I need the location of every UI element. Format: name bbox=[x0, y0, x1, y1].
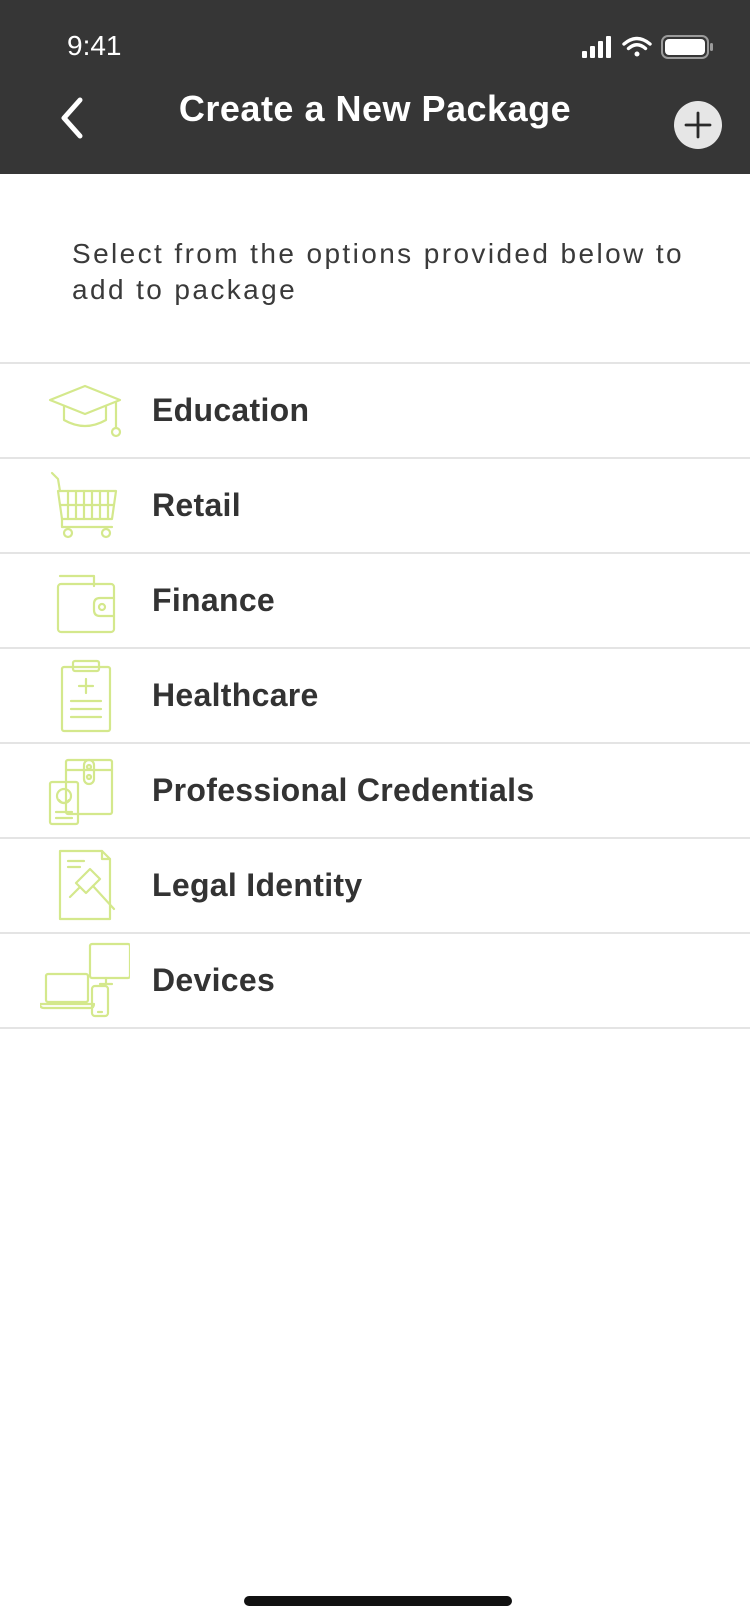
category-label: Finance bbox=[152, 582, 276, 618]
credential-folder-icon bbox=[40, 752, 130, 830]
wallet-icon bbox=[40, 562, 130, 640]
category-list: Education Retail Finance Healthcare Prof… bbox=[0, 362, 750, 1029]
wifi-icon bbox=[622, 36, 652, 57]
intro-text: Select from the options provided below t… bbox=[72, 238, 685, 305]
category-label: Professional Credentials bbox=[152, 772, 535, 808]
category-row-finance[interactable]: Finance bbox=[0, 552, 750, 647]
category-row-devices[interactable]: Devices bbox=[0, 932, 750, 1029]
category-label: Legal Identity bbox=[152, 867, 363, 903]
clipboard-medical-icon bbox=[40, 657, 130, 735]
page-title: Create a New Package bbox=[178, 88, 572, 129]
signal-icon bbox=[582, 36, 611, 58]
devices-icon bbox=[38, 942, 132, 1020]
add-button[interactable] bbox=[674, 101, 722, 149]
category-row-healthcare[interactable]: Healthcare bbox=[0, 647, 750, 742]
category-label: Healthcare bbox=[152, 677, 319, 713]
category-label: Education bbox=[152, 392, 310, 428]
category-row-legal-identity[interactable]: Legal Identity bbox=[0, 837, 750, 932]
gavel-document-icon bbox=[40, 847, 130, 925]
home-indicator[interactable] bbox=[244, 1596, 512, 1606]
category-label: Retail bbox=[152, 487, 241, 523]
shopping-cart-icon bbox=[40, 467, 130, 545]
category-label: Devices bbox=[152, 962, 276, 998]
app-header: 9:41 Create a New Package bbox=[0, 0, 750, 174]
status-time: 9:41 bbox=[67, 30, 122, 61]
category-row-retail[interactable]: Retail bbox=[0, 457, 750, 552]
status-icons bbox=[580, 34, 720, 60]
plus-icon bbox=[684, 111, 712, 139]
graduation-cap-icon bbox=[40, 372, 130, 450]
category-row-professional-credentials[interactable]: Professional Credentials bbox=[0, 742, 750, 837]
category-row-education[interactable]: Education bbox=[0, 362, 750, 457]
battery-icon bbox=[661, 35, 713, 59]
